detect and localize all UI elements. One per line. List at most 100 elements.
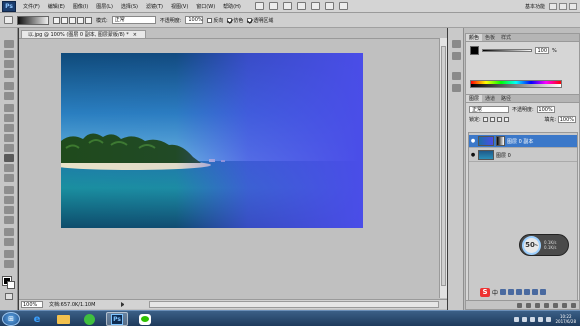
- reverse-check-box[interactable]: [207, 17, 213, 23]
- angle-gradient-button[interactable]: [69, 16, 76, 24]
- tray-flag-icon[interactable]: [514, 316, 520, 322]
- taskbar-ie[interactable]: e: [26, 312, 48, 326]
- tray-app-icon[interactable]: [538, 316, 544, 322]
- ime-emoji-icon[interactable]: [508, 289, 515, 295]
- foreground-color-chip[interactable]: [470, 46, 479, 55]
- mode-select[interactable]: 正常: [111, 16, 156, 24]
- rotate-view-icon[interactable]: [310, 2, 320, 10]
- canvas-image[interactable]: [61, 53, 363, 228]
- menu-view[interactable]: 视图(V): [167, 3, 192, 10]
- dither-check-box[interactable]: [227, 17, 233, 23]
- history-panel-icon[interactable]: [452, 40, 461, 48]
- tray-volume-icon[interactable]: [530, 316, 536, 322]
- vertical-scrollbar[interactable]: [439, 38, 447, 298]
- layer-style-icon[interactable]: [526, 302, 531, 308]
- menu-image[interactable]: 图像(I): [69, 3, 92, 10]
- layer-row-copy[interactable]: ● 图层 0 副本: [469, 135, 577, 148]
- menu-layer[interactable]: 图层(L): [92, 3, 117, 10]
- minimize-button[interactable]: [549, 2, 557, 10]
- maximize-button[interactable]: [559, 2, 567, 10]
- blur-tool-icon[interactable]: [4, 164, 14, 172]
- quick-mask-icon[interactable]: [5, 293, 13, 300]
- menu-filter[interactable]: 滤镜(T): [142, 3, 167, 10]
- ime-skin-icon[interactable]: [532, 289, 539, 295]
- history-brush-tool-icon[interactable]: [4, 134, 14, 142]
- tab-close-icon[interactable]: ×: [133, 31, 137, 38]
- layer-name[interactable]: 图层 0: [496, 152, 511, 159]
- network-speed-widget[interactable]: 50% 0.1K/s 0.1K/s: [519, 234, 569, 256]
- transparency-checkbox[interactable]: 透明区域: [247, 17, 273, 24]
- radial-gradient-button[interactable]: [61, 16, 68, 24]
- tab-layers[interactable]: 图层: [466, 95, 483, 102]
- shape-tool-icon[interactable]: [4, 216, 14, 224]
- taskbar-wechat[interactable]: [134, 312, 156, 326]
- ime-language-toggle[interactable]: 中: [492, 288, 498, 297]
- paragraph-panel-icon[interactable]: [452, 84, 461, 92]
- mini-bridge-icon[interactable]: [268, 2, 278, 10]
- eyedropper-tool-icon[interactable]: [4, 92, 14, 100]
- path-selection-tool-icon[interactable]: [4, 206, 14, 214]
- 3d-orbit-tool-icon[interactable]: [4, 238, 14, 246]
- horizontal-scrollbar[interactable]: [149, 301, 439, 308]
- background-color-swatch[interactable]: [7, 281, 15, 289]
- 3d-rotate-tool-icon[interactable]: [4, 228, 14, 236]
- screen-mode-icon[interactable]: [338, 2, 348, 10]
- tab-paths[interactable]: 路径: [498, 95, 514, 102]
- marquee-tool-icon[interactable]: [4, 50, 14, 58]
- reverse-checkbox[interactable]: 反向: [207, 17, 223, 24]
- actions-panel-icon[interactable]: [452, 52, 461, 60]
- fill-input[interactable]: 100%: [558, 116, 576, 123]
- layer-mask-thumbnail[interactable]: [496, 136, 505, 146]
- tab-channels[interactable]: 通道: [482, 95, 498, 102]
- layer-name[interactable]: 图层 0 副本: [507, 138, 533, 145]
- menu-file[interactable]: 文件(F): [19, 3, 44, 10]
- visibility-eye-icon[interactable]: ●: [470, 138, 476, 144]
- character-panel-icon[interactable]: [452, 72, 461, 80]
- clone-stamp-tool-icon[interactable]: [4, 124, 14, 132]
- layer-row-base[interactable]: ● 图层 0: [469, 149, 577, 162]
- lock-image-icon[interactable]: [489, 117, 495, 122]
- sogou-ime-icon[interactable]: S: [480, 287, 490, 297]
- blend-mode-select[interactable]: 正常: [469, 106, 509, 113]
- pen-tool-icon[interactable]: [4, 186, 14, 194]
- reflected-gradient-button[interactable]: [77, 16, 84, 24]
- adjustment-layer-icon[interactable]: [544, 302, 549, 308]
- healing-brush-tool-icon[interactable]: [4, 104, 14, 112]
- tray-network-icon[interactable]: [522, 316, 528, 322]
- add-mask-icon[interactable]: [535, 302, 540, 308]
- linear-gradient-button[interactable]: [53, 16, 60, 24]
- lasso-tool-icon[interactable]: [4, 60, 14, 68]
- hand-tool-icon[interactable]: [4, 250, 14, 258]
- arrange-documents-icon[interactable]: [324, 2, 334, 10]
- new-group-icon[interactable]: [553, 302, 558, 308]
- lock-all-icon[interactable]: [503, 117, 509, 122]
- move-tool-icon[interactable]: [4, 40, 14, 48]
- dither-checkbox[interactable]: 仿色: [227, 17, 243, 24]
- tray-security-icon[interactable]: [546, 316, 552, 322]
- close-button[interactable]: [569, 2, 577, 10]
- layer-opacity-input[interactable]: 100%: [536, 106, 555, 113]
- menu-select[interactable]: 选择(S): [117, 3, 142, 10]
- visibility-eye-icon[interactable]: ●: [470, 152, 476, 158]
- crop-tool-icon[interactable]: [4, 82, 14, 90]
- quick-select-tool-icon[interactable]: [4, 70, 14, 78]
- workspace-switcher[interactable]: 基本功能: [521, 3, 549, 10]
- dodge-tool-icon[interactable]: [4, 174, 14, 182]
- tab-swatches[interactable]: 色板: [482, 34, 498, 41]
- link-layers-icon[interactable]: [517, 302, 522, 308]
- zoom-level[interactable]: 100%: [21, 301, 43, 308]
- type-tool-icon[interactable]: [4, 196, 14, 204]
- start-button[interactable]: ⊞: [2, 312, 20, 326]
- menu-window[interactable]: 窗口(W): [192, 3, 219, 10]
- hand-tool-icon[interactable]: [282, 2, 292, 10]
- menu-help[interactable]: 帮助(H): [219, 3, 245, 10]
- tool-preset-icon[interactable]: [4, 16, 13, 24]
- vertical-scroll-thumb[interactable]: [441, 46, 446, 286]
- menu-edit[interactable]: 编辑(E): [44, 3, 69, 10]
- ime-punctuation-icon[interactable]: [500, 289, 507, 295]
- taskbar-photoshop[interactable]: Ps: [106, 312, 128, 326]
- opacity-input[interactable]: 100%: [185, 16, 204, 24]
- tab-styles[interactable]: 样式: [498, 34, 514, 41]
- taskbar-media-player[interactable]: [78, 312, 100, 326]
- zoom-tool-icon[interactable]: [296, 2, 306, 10]
